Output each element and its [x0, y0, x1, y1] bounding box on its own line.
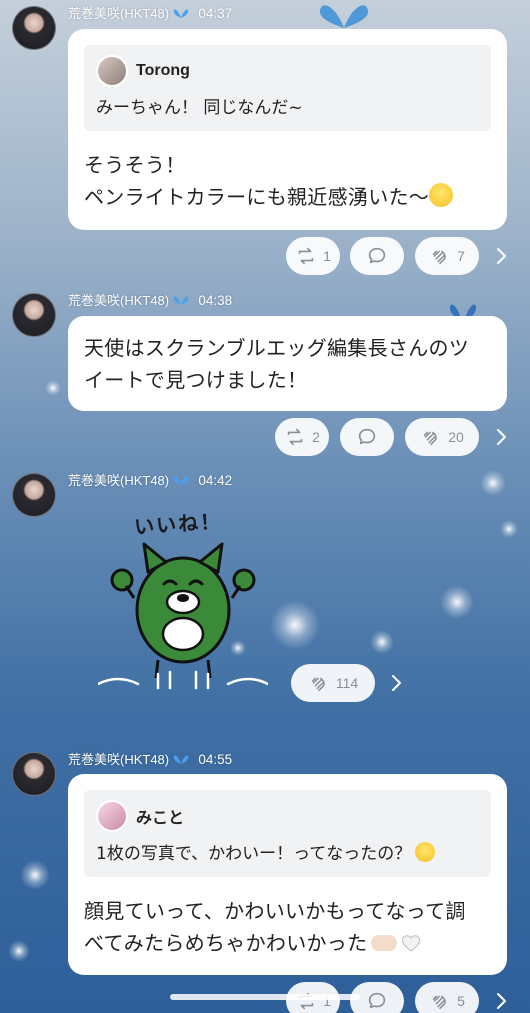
sparkle-decoration [45, 380, 61, 396]
author-name[interactable]: 荒巻美咲(HKT48) [68, 752, 169, 767]
message-text: そうそう！ ペンライトカラーにも親近感湧いた〜 [84, 149, 491, 213]
avatar[interactable] [12, 752, 56, 796]
sticker[interactable]: いいね！ [98, 500, 268, 700]
repost-button[interactable]: 1 [286, 237, 340, 275]
clap-button[interactable]: 20 [405, 418, 479, 456]
author-name[interactable]: 荒巻美咲(HKT48) [68, 473, 169, 488]
sparkle-decoration [480, 470, 506, 496]
clap-button[interactable]: 114 [291, 664, 375, 702]
white-heart-emoji-icon [401, 929, 421, 952]
message-bubble[interactable]: 天使はスクランブルエッグ編集長さんのツ イートで見つけました！ [68, 316, 507, 411]
sparkle-decoration [500, 520, 518, 538]
quote-avatar [96, 55, 128, 87]
post-time: 04:55 [198, 752, 233, 767]
repost-count: 2 [312, 429, 320, 445]
butterfly-icon [173, 296, 188, 305]
chevron-right-icon[interactable] [495, 992, 507, 1010]
comment-icon [358, 428, 376, 445]
message-line: そうそう！ [84, 152, 186, 177]
message-bubble[interactable]: みこと 1枚の写真で、かわいー！ってなったの？ 顔見ていって、かわいいかもってな… [68, 774, 507, 975]
avatar[interactable] [12, 293, 56, 337]
clap-icon [432, 995, 446, 1010]
butterfly-icon [173, 9, 188, 18]
post-time: 04:37 [198, 6, 233, 21]
clap-count: 20 [448, 429, 464, 445]
quote-text: みーちゃん！ 同じなんだ~ [96, 98, 303, 118]
quote-author: みこと [136, 810, 185, 827]
clap-count: 114 [335, 675, 359, 691]
home-indicator[interactable] [170, 994, 360, 1000]
quoted-message[interactable]: Torong みーちゃん！ 同じなんだ~ [84, 45, 491, 131]
heart-hands-emoji-icon [371, 934, 398, 951]
clap-icon [432, 250, 446, 265]
post-meta: 荒巻美咲(HKT48) 04:38 [68, 290, 232, 309]
post-time: 04:42 [198, 473, 233, 488]
clap-icon [424, 431, 438, 446]
sparkle-decoration [440, 585, 474, 619]
reply-button[interactable] [350, 237, 404, 275]
author-name[interactable]: 荒巻美咲(HKT48) [68, 293, 169, 308]
quote-text: 1枚の写真で、かわいー！ってなったの？ [96, 844, 412, 864]
quoted-message[interactable]: みこと 1枚の写真で、かわいー！ってなったの？ [84, 790, 491, 877]
post-meta: 荒巻美咲(HKT48) 04:55 [68, 749, 232, 768]
clap-icon [311, 677, 325, 692]
author-name[interactable]: 荒巻美咲(HKT48) [68, 6, 169, 21]
quote-author: Torong [136, 62, 190, 79]
clap-count: 5 [457, 993, 465, 1009]
sparkle-decoration [370, 630, 394, 654]
butterfly-icon [173, 755, 188, 764]
sparkle-decoration [20, 860, 50, 890]
clap-button[interactable]: 7 [415, 237, 479, 275]
message-line: ペンライトカラーにも親近感湧いた〜 [84, 184, 430, 209]
repost-count: 1 [323, 248, 331, 264]
green-bear-sticker-icon [98, 542, 268, 690]
repost-button[interactable]: 2 [275, 418, 329, 456]
message-bubble[interactable]: Torong みーちゃん！ 同じなんだ~ そうそう！ ペンライトカラーにも親近感… [68, 29, 507, 230]
butterfly-icon [173, 476, 188, 485]
chevron-right-icon[interactable] [495, 247, 507, 265]
butterfly-decoration-icon [319, 5, 369, 28]
post-meta: 荒巻美咲(HKT48) 04:42 [68, 470, 232, 489]
message-text: 天使はスクランブルエッグ編集長さんのツ イートで見つけました！ [84, 332, 491, 396]
chevron-right-icon[interactable] [390, 674, 402, 692]
comment-icon [368, 992, 386, 1009]
grinning-face-emoji-icon [429, 182, 454, 207]
sparkle-decoration [8, 940, 30, 962]
comment-icon [368, 247, 386, 264]
thinking-face-emoji-icon [415, 842, 436, 862]
chevron-right-icon[interactable] [495, 428, 507, 446]
avatar[interactable] [12, 6, 56, 50]
message-line: 顔見ていって、かわいいかもってなって調 [84, 898, 466, 923]
message-text: 顔見ていって、かわいいかもってなって調 べてみたらめちゃかわいかった [84, 895, 491, 959]
repost-icon [287, 428, 303, 446]
message-line: イートで見つけました！ [84, 368, 308, 392]
clap-count: 7 [457, 248, 465, 264]
sparkle-decoration [270, 600, 320, 650]
clap-button[interactable]: 5 [415, 982, 479, 1013]
message-line: 天使はスクランブルエッグ編集長さんのツ [84, 336, 470, 360]
post-meta: 荒巻美咲(HKT48) 04:37 [68, 3, 232, 22]
message-line: べてみたらめちゃかわいかった [84, 930, 368, 955]
quote-avatar [96, 800, 128, 832]
reply-button[interactable] [340, 418, 394, 456]
repost-icon [298, 247, 314, 265]
avatar[interactable] [12, 473, 56, 517]
post-time: 04:38 [198, 293, 233, 308]
